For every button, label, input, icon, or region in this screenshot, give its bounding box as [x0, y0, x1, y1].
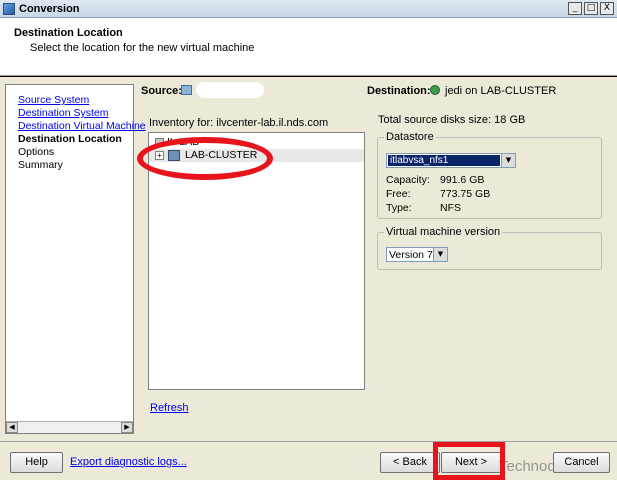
destination-label: Destination: [367, 85, 431, 97]
datastore-group: Datastore itlabvsa_nfs1 ▼ Capacity: 991.6… [377, 131, 602, 219]
footer: Help Export diagnostic logs... < Back Ne… [0, 441, 617, 480]
chevron-down-icon[interactable]: ▼ [433, 248, 447, 261]
title-bar: Conversion _ □ X [0, 0, 617, 18]
vm-version-selected: Version 7 [389, 249, 433, 261]
wizard-steps: Source System Destination System Destina… [5, 84, 146, 434]
step-destination-system[interactable]: Destination System [18, 107, 108, 119]
step-destination-location: Destination Location [18, 133, 122, 145]
vm-version-group: Virtual machine version Version 7 ▼ [377, 226, 602, 270]
scroll-right-icon[interactable]: ▶ [121, 422, 133, 433]
page-subtitle: Select the location for the new virtual … [30, 42, 255, 54]
vm-icon [430, 85, 440, 95]
source-label: Source: [141, 85, 182, 97]
page-title: Destination Location [14, 27, 123, 39]
help-button[interactable]: Help [10, 452, 63, 473]
step-summary: Summary [18, 159, 63, 171]
destination-value: jedi on LAB-CLUSTER [445, 85, 557, 97]
inventory-label: Inventory for: ilvcenter-lab.il.nds.com [149, 117, 329, 129]
datastore-capacity: Capacity: 991.6 GB [386, 174, 485, 186]
maximize-button[interactable]: □ [584, 2, 598, 15]
chevron-down-icon[interactable]: ▼ [501, 154, 515, 167]
scroll-left-icon[interactable]: ◀ [6, 422, 18, 433]
datastore-select[interactable]: itlabvsa_nfs1 ▼ [386, 153, 516, 168]
step-destination-vm[interactable]: Destination Virtual Machine [18, 120, 146, 132]
datastore-selected: itlabvsa_nfs1 [388, 155, 500, 166]
main-panel: Source System Destination System Destina… [0, 77, 617, 441]
datastore-type: Type: NFS [386, 202, 461, 214]
step-options: Options [18, 146, 55, 158]
annotation-ellipse [137, 137, 273, 180]
cancel-button[interactable]: Cancel [553, 452, 610, 473]
window-controls: _ □ X [568, 2, 614, 15]
refresh-link[interactable]: Refresh [150, 402, 189, 414]
datastore-free: Free: 773.75 GB [386, 188, 491, 200]
steps-horizontal-scrollbar[interactable]: ◀ ▶ [6, 421, 133, 433]
back-button[interactable]: < Back [380, 452, 440, 473]
window-title: Conversion [19, 2, 80, 15]
close-button[interactable]: X [600, 2, 614, 15]
vm-version-select[interactable]: Version 7 ▼ [386, 247, 448, 262]
datastore-legend: Datastore [384, 131, 436, 143]
vm-version-legend: Virtual machine version [384, 226, 503, 238]
annotation-rectangle [433, 442, 505, 480]
page-header: Destination Location Select the location… [0, 18, 617, 76]
source-value-redacted [196, 82, 264, 98]
export-logs-link[interactable]: Export diagnostic logs... [70, 456, 187, 468]
app-icon [3, 2, 15, 15]
step-source-system[interactable]: Source System [18, 94, 89, 106]
computer-icon [181, 85, 192, 95]
disk-size-text: Total source disks size: 18 GB [378, 114, 526, 126]
minimize-button[interactable]: _ [568, 2, 582, 15]
